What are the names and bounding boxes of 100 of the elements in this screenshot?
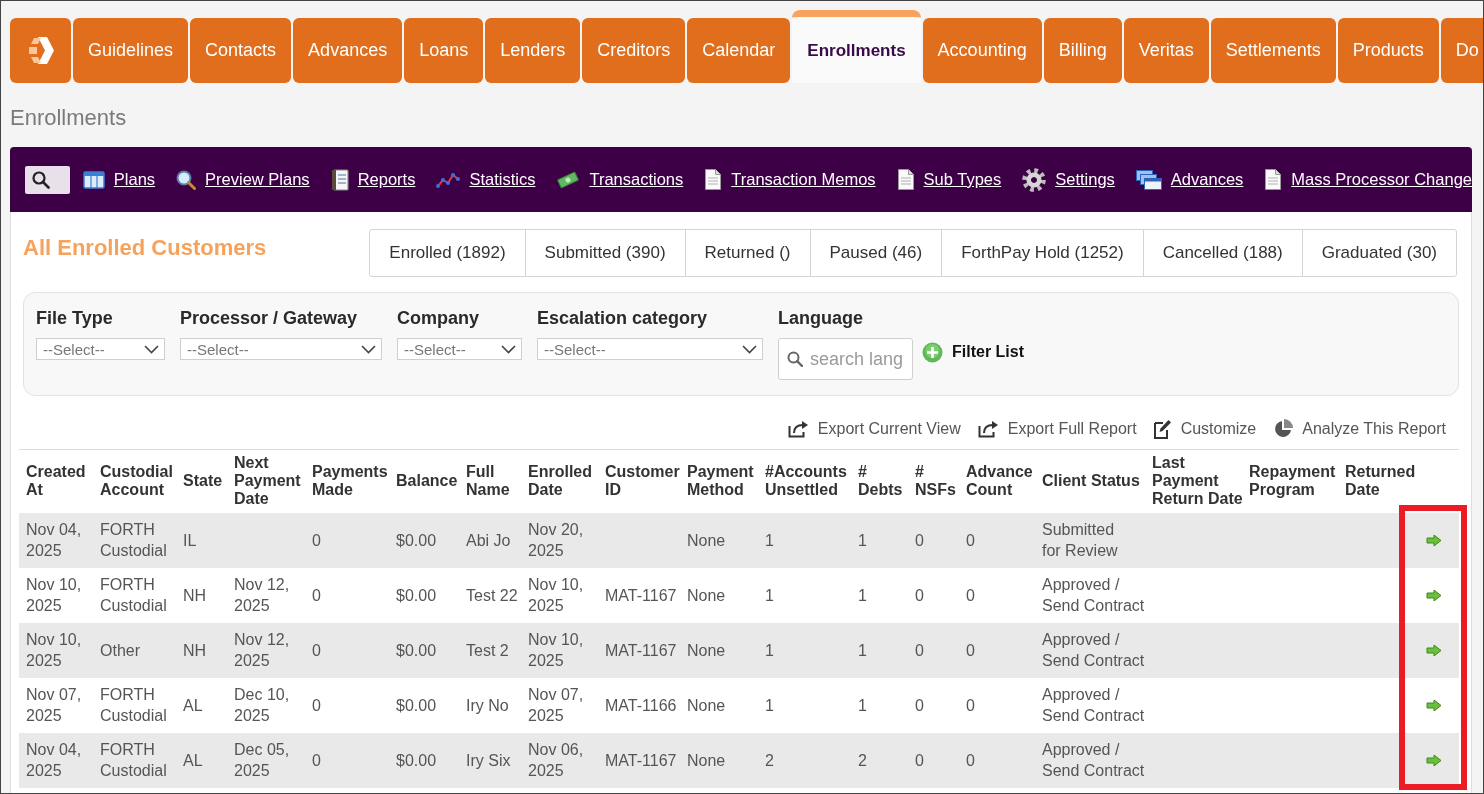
chevron-down-icon: [144, 344, 159, 354]
column-header: Customer ID: [605, 463, 681, 500]
toolbar-link[interactable]: Advances: [1135, 169, 1244, 190]
column-header: # Debts: [858, 463, 904, 500]
arrow-right-icon[interactable]: [1426, 588, 1442, 602]
table-cell-text: 0: [966, 530, 975, 551]
table-cell-text: 0: [966, 750, 975, 771]
select-field[interactable]: --Select--: [537, 338, 763, 360]
nav-tab[interactable]: Enrollments: [792, 10, 921, 83]
table-cell-text: 0: [312, 695, 321, 716]
table-cell-text: Dec 05, 2025: [234, 740, 291, 781]
table-cell-text: Nov 04, 2025: [26, 740, 83, 781]
table-cell-text: Approved / Send Contract: [1042, 740, 1146, 781]
logo-icon[interactable]: [10, 18, 71, 83]
table-cell-text: MAT-1166: [605, 695, 677, 716]
column-header: Full Name: [466, 463, 511, 500]
column-header: Balance: [396, 472, 458, 491]
status-tab[interactable]: Graduated (30): [1301, 229, 1457, 277]
document-icon: [896, 169, 915, 190]
filter-label: Escalation category: [537, 307, 709, 329]
column-header: Payment Method: [687, 463, 755, 500]
table-cell-text: 0: [966, 640, 975, 661]
status-tab[interactable]: Enrolled (1892): [369, 229, 526, 277]
status-tab[interactable]: Paused (46): [809, 229, 943, 277]
notebook-icon: [330, 168, 349, 191]
table-cell-text: Nov 12, 2025: [234, 630, 291, 671]
column-header: Payments Made: [312, 463, 389, 500]
status-tab[interactable]: ForthPay Hold (1252): [941, 229, 1144, 277]
table-cell-text: Approved / Send Contract: [1042, 575, 1146, 616]
toolbar-link[interactable]: Transactions: [556, 170, 684, 189]
arrow-right-icon[interactable]: [1426, 753, 1442, 767]
table-cell-text: FORTH Custodial: [100, 685, 168, 726]
table-cell-text: Nov 12, 2025: [234, 575, 291, 616]
table-cell-text: 0: [966, 585, 975, 606]
arrow-right-icon[interactable]: [1426, 533, 1442, 547]
toolbar-link[interactable]: Preview Plans: [176, 169, 310, 190]
stacked-windows-icon: [1135, 169, 1162, 190]
table-cell-text: Nov 06, 2025: [528, 740, 585, 781]
toolbar-link[interactable]: Plans: [82, 170, 156, 189]
table-cell-text: 1: [858, 585, 867, 606]
table-cell-text: Abi Jo: [466, 530, 511, 551]
report-action-link[interactable]: Customize: [1153, 417, 1257, 440]
table-cell-text: MAT-1167: [605, 750, 677, 771]
toolbar-link[interactable]: Sub Types: [896, 169, 1002, 190]
table-cell-text: 1: [765, 530, 774, 551]
toolbar-link[interactable]: Transaction Memos: [704, 169, 876, 190]
table-cell-text: AL: [183, 750, 203, 771]
table-cell-text: 0: [966, 695, 975, 716]
search-button[interactable]: [25, 165, 70, 194]
table-cell-text: 0: [312, 530, 321, 551]
report-action-link[interactable]: Export Full Report: [977, 417, 1137, 440]
table-cell-text: AL: [183, 695, 203, 716]
column-header: Repayment Program: [1249, 463, 1337, 500]
arrow-right-icon[interactable]: [1426, 643, 1442, 657]
table-cell-text: $0.00: [396, 750, 437, 771]
select-field[interactable]: --Select--: [180, 338, 382, 360]
table-cell-text: FORTH Custodial: [100, 575, 168, 616]
table-cell-text: Iry Six: [466, 750, 511, 771]
table-cell-text: IL: [183, 530, 197, 551]
table-cell-text: FORTH Custodial: [100, 520, 168, 561]
filter-list-button[interactable]: Filter List: [922, 338, 1024, 366]
toolbar-link[interactable]: Reports: [330, 168, 416, 191]
table-cell-text: Test 2: [466, 640, 509, 661]
status-tab[interactable]: Returned (): [684, 229, 811, 277]
status-tab[interactable]: Cancelled (188): [1142, 229, 1303, 277]
search-field[interactable]: search lang: [778, 338, 913, 380]
table-cell-text: Nov 10, 2025: [26, 630, 83, 671]
select-field[interactable]: --Select--: [397, 338, 522, 360]
filter-label: File Type: [36, 307, 114, 329]
select-field[interactable]: --Select--: [36, 338, 165, 360]
table-cell-text: 2: [765, 750, 774, 771]
table-cell-text: 0: [915, 640, 924, 661]
arrow-right-icon[interactable]: [1426, 698, 1442, 712]
pie-chart-icon: [1273, 418, 1294, 439]
table-cell-text: $0.00: [396, 585, 437, 606]
table-cell-text: None: [687, 750, 726, 771]
filter-label: Language: [778, 307, 864, 329]
chevron-down-icon: [501, 344, 516, 354]
column-header: State: [183, 472, 223, 491]
table-cell-text: Nov 07, 2025: [26, 685, 83, 726]
table-cell-text: Nov 10, 2025: [26, 575, 83, 616]
toolbar-link[interactable]: Settings: [1022, 167, 1115, 192]
table-cell-text: None: [687, 530, 726, 551]
toolbar-link[interactable]: Statistics: [436, 170, 536, 189]
table-cell-text: Nov 10, 2025: [528, 575, 585, 616]
status-tab[interactable]: Submitted (390): [524, 229, 686, 277]
table-cell-text: 0: [312, 585, 321, 606]
table-cell-text: 1: [858, 695, 867, 716]
table-cell-text: NH: [183, 640, 207, 661]
export-icon: [977, 419, 999, 438]
table-cell-text: None: [687, 695, 726, 716]
page-title: Enrollments: [10, 105, 127, 131]
line-chart-icon: [436, 170, 461, 189]
table-cell-text: None: [687, 585, 726, 606]
toolbar-link[interactable]: Mass Processor Change: [1264, 169, 1472, 190]
column-header: Created At: [26, 463, 87, 500]
table-cell-text: 1: [765, 695, 774, 716]
report-action-link[interactable]: Export Current View: [787, 417, 961, 440]
report-action-link[interactable]: Analyze This Report: [1273, 417, 1446, 440]
table-cell-text: 2: [858, 750, 867, 771]
